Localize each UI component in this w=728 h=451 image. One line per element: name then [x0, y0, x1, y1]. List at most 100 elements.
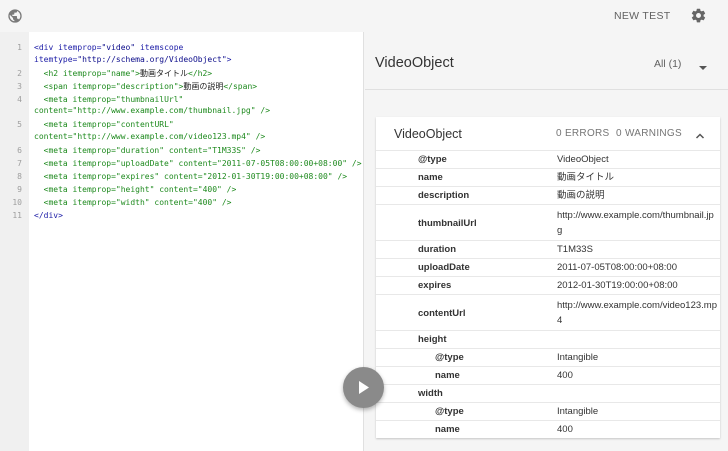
- play-icon: [359, 381, 369, 394]
- property-row: name 400: [376, 366, 720, 384]
- code-token: itemscope: [135, 43, 184, 52]
- code-token: "name": [106, 68, 136, 78]
- property-key: @type: [435, 406, 464, 417]
- property-key: name: [435, 370, 460, 381]
- code-token: "video": [101, 43, 136, 52]
- chevron-up-icon[interactable]: [695, 128, 705, 146]
- property-row: @type Intangible: [376, 402, 720, 420]
- property-row: name 動画タイトル: [376, 168, 720, 186]
- filter-dropdown[interactable]: All (1): [642, 55, 720, 75]
- property-key: duration: [418, 244, 456, 255]
- code-token: </div>: [34, 210, 63, 220]
- new-test-button[interactable]: NEW TEST: [614, 10, 670, 22]
- property-row: uploadDate 2011-07-05T08:00:00+08:00: [376, 258, 720, 276]
- code-token: itemprop=: [72, 81, 116, 91]
- line-number: 1: [17, 43, 22, 52]
- code-token: >: [226, 54, 232, 64]
- code-line: 2 <h2 itemprop="name">動画タイトル</h2>: [0, 68, 364, 80]
- code-token: <div: [34, 43, 59, 52]
- code-token: <meta: [43, 120, 73, 130]
- result-card: VideoObject 0 ERRORS 0 WARNINGS @type Vi…: [376, 117, 720, 438]
- property-row: @type VideoObject: [376, 150, 720, 168]
- property-key: height: [418, 334, 447, 345]
- property-value: 400: [557, 424, 573, 435]
- property-value: 2011-07-05T08:00:00+08:00: [557, 262, 677, 273]
- code-token: <meta itemprop="uploadDate" content="201…: [43, 158, 362, 168]
- code-token: <span: [43, 81, 73, 91]
- globe-icon[interactable]: [7, 8, 23, 24]
- property-key: uploadDate: [418, 262, 470, 273]
- line-number: 11: [12, 210, 22, 220]
- code-token: <meta itemprop="expires" content="2012-0…: [43, 171, 348, 181]
- top-bar: NEW TEST: [0, 0, 728, 32]
- filter-label: All (1): [654, 58, 682, 70]
- property-value: 動画の説明: [557, 190, 605, 201]
- code-token: itemprop=: [62, 68, 107, 78]
- property-row: thumbnailUrl http://www.example.com/thum…: [376, 204, 720, 240]
- code-token: "http://www.example.com/video123.mp4": [72, 131, 251, 141]
- code-token: "description": [115, 81, 179, 91]
- code-token: "contentURL": [115, 120, 174, 130]
- line-number: 7: [17, 158, 22, 168]
- gear-icon[interactable]: [690, 7, 707, 24]
- property-value: Intangible: [557, 406, 599, 417]
- code-editor[interactable]: 1 <div itemprop="video" itemscope itemty…: [0, 32, 364, 451]
- property-key: @type: [435, 352, 464, 363]
- code-token: itemprop=: [72, 94, 116, 104]
- property-value: http://www.example.com/video123.mp4: [557, 300, 717, 326]
- code-token: <h2: [43, 68, 63, 78]
- line-number: 5: [17, 120, 22, 130]
- property-value: Intangible: [557, 352, 599, 363]
- property-key: name: [418, 172, 443, 183]
- code-token: 動画タイトル: [140, 68, 188, 78]
- caret-down-icon: [698, 60, 708, 78]
- code-line: 7 <meta itemprop="uploadDate" content="2…: [0, 158, 364, 170]
- code-token: />: [255, 106, 271, 116]
- results-title: VideoObject: [375, 55, 454, 71]
- code-line: 5 <meta itemprop="contentURL": [0, 119, 364, 131]
- code-token: "http://schema.org/VideoObject": [77, 54, 227, 64]
- code-token: <meta itemprop="width" content="400" />: [43, 197, 232, 207]
- property-key: name: [435, 424, 460, 435]
- code-line: 9 <meta itemprop="height" content="400" …: [0, 184, 364, 196]
- line-number: 6: [17, 145, 22, 155]
- code-token: <meta itemprop="duration" content="T1M33…: [43, 145, 261, 155]
- code-token: content=: [34, 131, 73, 141]
- code-line: 11 </div>: [0, 210, 364, 222]
- property-key: expires: [418, 280, 452, 291]
- code-token: "http://www.example.com/thumbnail.jpg": [72, 106, 256, 116]
- property-key: width: [418, 388, 443, 399]
- property-value: VideoObject: [557, 154, 609, 165]
- code-line: 8 <meta itemprop="expires" content="2012…: [0, 171, 364, 183]
- property-value: http://www.example.com/thumbnail.jpg: [557, 210, 714, 236]
- warnings-count: 0 WARNINGS: [616, 128, 682, 139]
- line-number: 9: [17, 184, 22, 194]
- run-test-button[interactable]: [343, 367, 384, 408]
- card-title: VideoObject: [394, 127, 462, 141]
- code-line: content="http://www.example.com/thumbnai…: [0, 105, 364, 117]
- code-line: itemtype="http://schema.org/VideoObject"…: [0, 54, 364, 66]
- line-number: 3: [17, 81, 22, 91]
- property-key: contentUrl: [418, 308, 466, 319]
- code-token: itemprop=: [72, 120, 116, 130]
- code-token: 動画の説明: [183, 81, 224, 91]
- property-row: expires 2012-01-30T19:00:00+08:00: [376, 276, 720, 294]
- property-row: name 400: [376, 420, 720, 438]
- code-token: content=: [34, 106, 73, 116]
- line-number: 4: [17, 94, 22, 104]
- property-key: description: [418, 190, 470, 201]
- code-line: 1 <div itemprop="video" itemscope: [0, 42, 364, 54]
- property-value: 2012-01-30T19:00:00+08:00: [557, 280, 678, 291]
- property-row: width: [376, 384, 720, 402]
- card-header[interactable]: VideoObject 0 ERRORS 0 WARNINGS: [376, 117, 720, 149]
- property-value: T1M33S: [557, 244, 593, 255]
- code-line: content="http://www.example.com/video123…: [0, 131, 364, 143]
- property-row: duration T1M33S: [376, 240, 720, 258]
- property-row: @type Intangible: [376, 348, 720, 366]
- property-key: thumbnailUrl: [418, 218, 477, 229]
- code-token: <meta: [43, 94, 73, 104]
- property-row: description 動画の説明: [376, 186, 720, 204]
- property-value: 400: [557, 370, 573, 381]
- code-token: itemtype=: [34, 54, 78, 64]
- property-key: @type: [418, 154, 447, 165]
